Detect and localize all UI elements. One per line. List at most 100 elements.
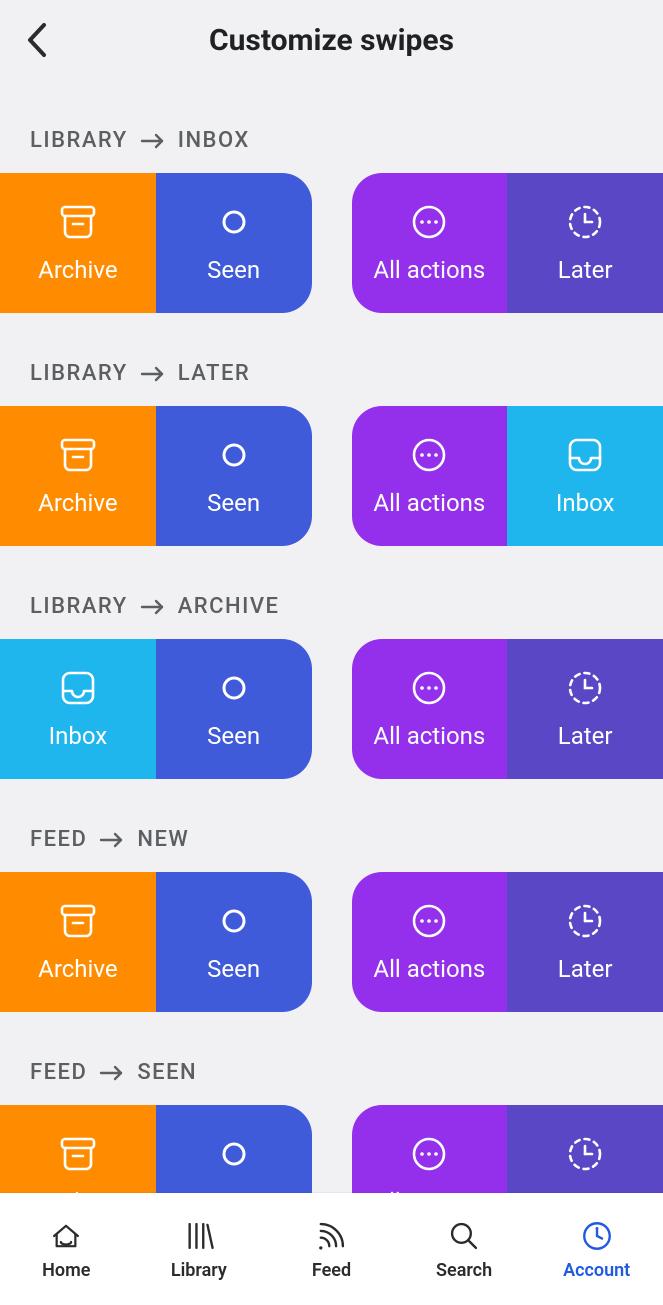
swipe-pair-left: Archive Seen (0, 1105, 312, 1193)
archive-icon (58, 901, 98, 941)
swipe-row: Archive Seen All actions Later (0, 1105, 663, 1193)
swipe-section-feed-seen: FEED SEEN Archive Seen All actions Later (0, 1060, 663, 1193)
swipe-tile-later[interactable]: Later (507, 872, 663, 1012)
swipe-tile-label: Archive (38, 256, 117, 284)
feed-icon (313, 1218, 349, 1254)
tab-library[interactable]: Library (133, 1218, 266, 1281)
swipe-tile-inbox[interactable]: Inbox (507, 406, 663, 546)
swipe-tile-seen[interactable]: Seen (156, 639, 312, 779)
all-actions-icon (409, 202, 449, 242)
swipe-tile-all-actions[interactable]: All actions (352, 173, 508, 313)
section-heading-left: FEED (30, 827, 87, 852)
library-icon (181, 1218, 217, 1254)
arrow-right-icon (140, 365, 166, 383)
swipe-tile-later[interactable]: Later (507, 1105, 663, 1193)
swipe-tile-label: All actions (373, 722, 485, 750)
swipe-row: Archive Seen All actions Later (0, 872, 663, 1012)
swipe-tile-later[interactable]: Later (507, 173, 663, 313)
swipe-tile-archive[interactable]: Archive (0, 406, 156, 546)
swipe-tile-label: Seen (207, 722, 260, 750)
circle-icon (214, 202, 254, 242)
swipe-tile-all-actions[interactable]: All actions (352, 872, 508, 1012)
archive-icon (58, 1134, 98, 1174)
swipe-tile-archive[interactable]: Archive (0, 872, 156, 1012)
arrow-right-icon (99, 831, 125, 849)
swipe-tile-archive[interactable]: Archive (0, 1105, 156, 1193)
section-heading: FEED SEEN (0, 1060, 663, 1105)
circle-icon (214, 1134, 254, 1174)
section-heading-left: LIBRARY (30, 594, 128, 619)
swipe-tile-seen[interactable]: Seen (156, 173, 312, 313)
tab-feed[interactable]: Feed (265, 1218, 398, 1281)
back-button[interactable] (14, 18, 58, 62)
chevron-left-icon (24, 21, 48, 59)
tab-label: Library (171, 1260, 227, 1281)
swipe-tile-label: Archive (38, 489, 117, 517)
section-heading-right: INBOX (178, 128, 250, 153)
inbox-icon (58, 668, 98, 708)
swipe-pair-left: Archive Seen (0, 173, 312, 313)
section-heading-right: LATER (178, 361, 251, 386)
swipe-tile-all-actions[interactable]: All actions (352, 406, 508, 546)
swipe-tile-later[interactable]: Later (507, 639, 663, 779)
swipe-tile-label: Later (558, 722, 613, 750)
bottom-tab-bar: Home Library Feed Search Account (0, 1193, 663, 1305)
all-actions-icon (409, 1134, 449, 1174)
all-actions-icon (409, 668, 449, 708)
section-heading: LIBRARY ARCHIVE (0, 594, 663, 639)
later-icon (565, 1134, 605, 1174)
swipe-tile-label: Later (558, 955, 613, 983)
swipe-tile-seen[interactable]: Seen (156, 872, 312, 1012)
circle-icon (214, 435, 254, 475)
circle-icon (214, 668, 254, 708)
tab-label: Feed (312, 1260, 351, 1281)
swipe-tile-label: All actions (373, 489, 485, 517)
swipe-section-library-inbox: LIBRARY INBOX Archive Seen All actions La… (0, 128, 663, 313)
section-heading-right: SEEN (137, 1060, 197, 1085)
swipe-pair-right: All actions Later (352, 1105, 663, 1193)
arrow-right-icon (99, 1064, 125, 1082)
circle-icon (214, 901, 254, 941)
section-heading-left: FEED (30, 1060, 87, 1085)
swipe-row: Inbox Seen All actions Later (0, 639, 663, 779)
swipe-tile-label: Seen (207, 256, 260, 284)
swipe-tile-all-actions[interactable]: All actions (352, 1105, 508, 1193)
swipe-row: Archive Seen All actions Later (0, 173, 663, 313)
swipe-tile-label: Inbox (556, 489, 615, 517)
section-heading: LIBRARY LATER (0, 361, 663, 406)
later-icon (565, 202, 605, 242)
section-heading: FEEDNEW (0, 827, 663, 872)
section-heading-left: LIBRARY (30, 128, 128, 153)
swipe-tile-label: All actions (373, 955, 485, 983)
settings-content: LIBRARY INBOX Archive Seen All actions La… (0, 80, 663, 1193)
all-actions-icon (409, 901, 449, 941)
section-heading-right: ARCHIVE (178, 594, 280, 619)
swipe-tile-label: All actions (373, 256, 485, 284)
swipe-tile-seen[interactable]: Seen (156, 1105, 312, 1193)
swipe-pair-right: All actions Inbox (352, 406, 663, 546)
swipe-pair-left: Archive Seen (0, 872, 312, 1012)
swipe-tile-seen[interactable]: Seen (156, 406, 312, 546)
swipe-tile-all-actions[interactable]: All actions (352, 639, 508, 779)
later-icon (565, 901, 605, 941)
tab-account[interactable]: Account (530, 1218, 663, 1281)
header-bar: Customize swipes (0, 0, 663, 80)
tab-search[interactable]: Search (398, 1218, 531, 1281)
archive-icon (58, 202, 98, 242)
later-icon (565, 668, 605, 708)
account-icon (579, 1218, 615, 1254)
search-icon (446, 1218, 482, 1254)
swipe-tile-archive[interactable]: Archive (0, 173, 156, 313)
swipe-tile-label: Archive (38, 955, 117, 983)
all-actions-icon (409, 435, 449, 475)
swipe-tile-inbox[interactable]: Inbox (0, 639, 156, 779)
swipe-pair-left: Archive Seen (0, 406, 312, 546)
section-heading: LIBRARY INBOX (0, 128, 663, 173)
swipe-tile-label: Inbox (49, 722, 108, 750)
tab-home[interactable]: Home (0, 1218, 133, 1281)
section-heading-left: LIBRARY (30, 361, 128, 386)
swipe-tile-label: Later (558, 256, 613, 284)
swipe-section-library-archive: LIBRARY ARCHIVE Inbox Seen All actions La… (0, 594, 663, 779)
swipe-pair-right: All actions Later (352, 173, 663, 313)
swipe-row: Archive Seen All actions Inbox (0, 406, 663, 546)
